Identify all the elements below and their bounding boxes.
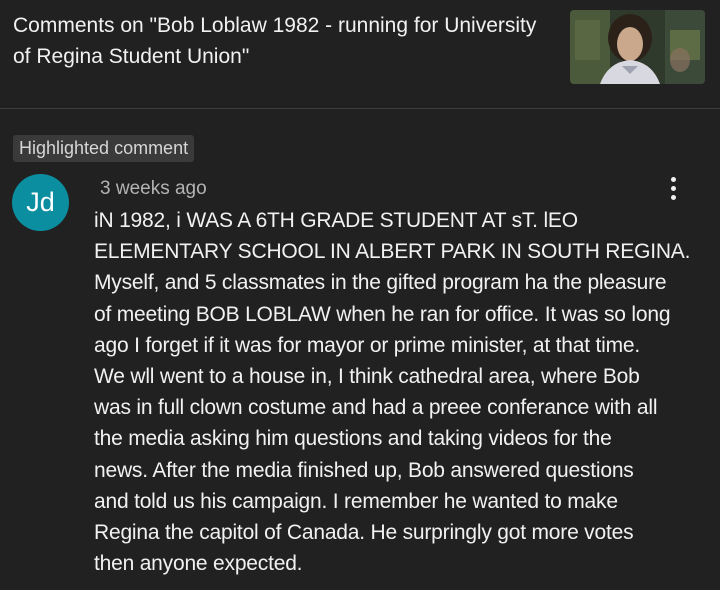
highlighted-comment-badge: Highlighted comment xyxy=(13,135,195,162)
header-divider xyxy=(0,108,720,109)
page-title: Comments on "Bob Loblaw 1982 - running f… xyxy=(13,14,537,68)
comments-header: Comments on "Bob Loblaw 1982 - running f… xyxy=(0,0,720,108)
menu-dot xyxy=(670,185,676,191)
comment-text: iN 1982, i WAS A 6TH GRADE STUDENT AT sT… xyxy=(94,209,691,576)
more-options-icon[interactable] xyxy=(660,173,686,203)
menu-dot xyxy=(670,194,676,200)
video-thumbnail[interactable] xyxy=(570,10,705,84)
video-thumbnail-icon xyxy=(570,10,705,84)
avatar[interactable]: Jd xyxy=(12,174,69,231)
menu-dot xyxy=(670,176,676,182)
comment-timestamp[interactable]: 3 weeks ago xyxy=(100,176,207,202)
